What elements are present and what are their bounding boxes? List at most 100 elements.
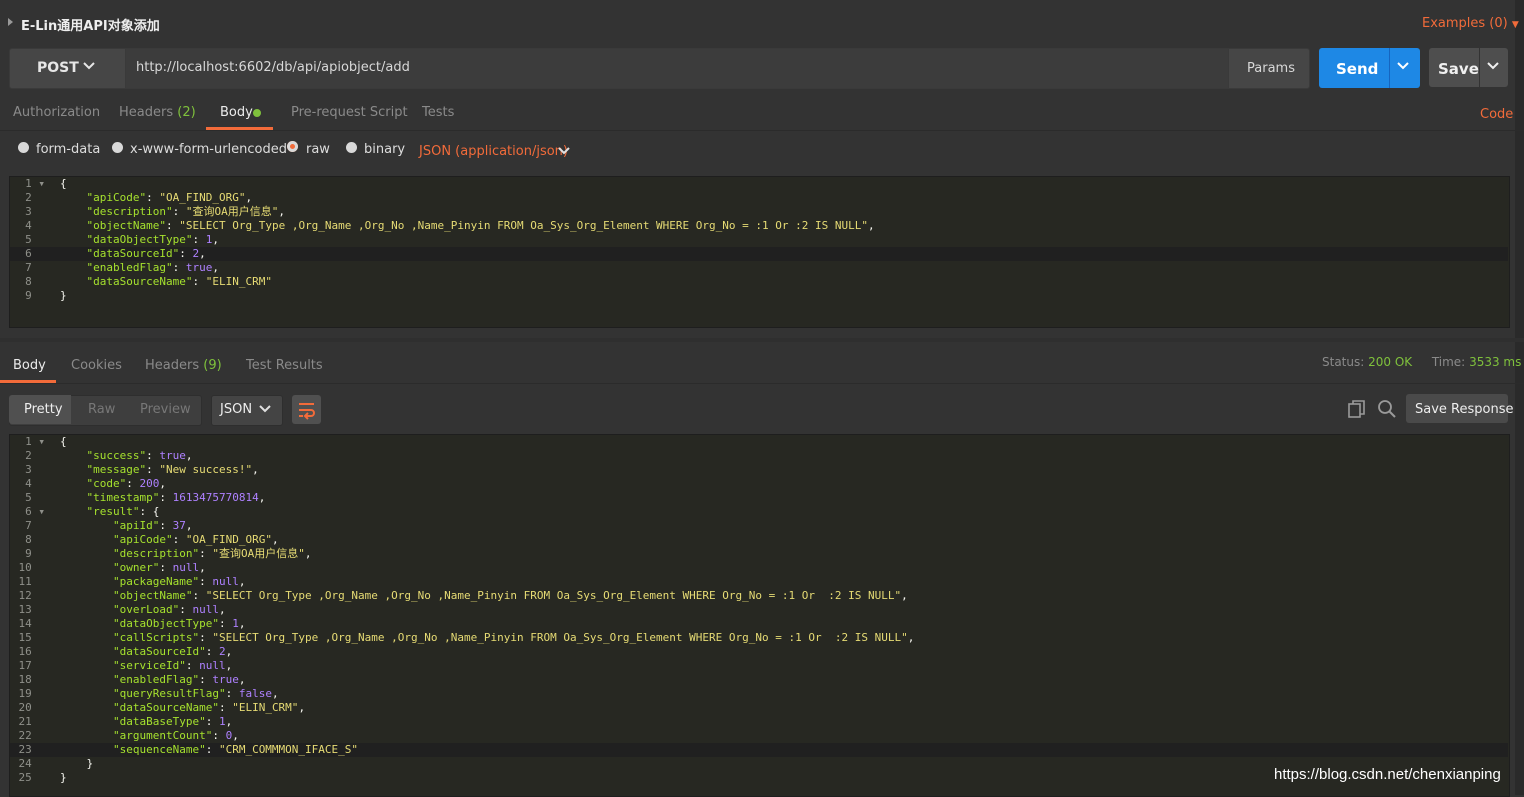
code-line: "dataObjectType": 1, (86, 233, 219, 246)
format-label: JSON (220, 402, 253, 417)
line-number-gutter: 1 ▾ 2 3 4 5 6 ▾ 7 8 9 10 11 12 13 14 15 16… (9, 435, 46, 785)
code-line: "apiId": 37, (112, 519, 193, 532)
preview-button[interactable]: Preview (140, 402, 191, 417)
radio-urlencoded-label: x-www-form-urlencoded (130, 142, 288, 157)
code-line: { (60, 177, 67, 190)
code-link[interactable]: Code (1480, 107, 1513, 122)
line-number: 1 ▾ (25, 435, 45, 448)
active-tab-underline (0, 380, 56, 383)
code-line: "dataObjectType": 1, (112, 617, 246, 630)
time-label: Time: (1431, 355, 1466, 369)
chevron-down-icon (557, 144, 571, 162)
line-number: 23 (18, 743, 45, 756)
search-icon[interactable] (1377, 399, 1397, 423)
content-type-label: JSON (application/json) (419, 144, 568, 159)
request-body-code[interactable]: { "apiCode": "OA_FIND_ORG", "description… (60, 177, 875, 303)
radio-raw[interactable] (287, 141, 298, 152)
line-number: 2 (25, 449, 45, 462)
code-line: "success": true, (86, 449, 193, 462)
request-title-bar (0, 0, 1524, 46)
wrap-lines-icon (297, 400, 317, 424)
request-title[interactable]: E-Lin通用API对象添加 (21, 15, 160, 34)
response-headers-count: (9) (203, 358, 222, 373)
radio-binary[interactable] (346, 142, 357, 153)
line-number: 11 (18, 575, 45, 588)
code-line: "argumentCount": 0, (112, 729, 239, 742)
code-line: "overLoad": null, (112, 603, 226, 616)
line-number: 12 (18, 589, 45, 602)
response-tab-headers[interactable]: Headers (9) (145, 358, 222, 373)
line-number: 14 (18, 617, 45, 630)
code-line: "queryResultFlag": false, (112, 687, 279, 700)
line-number-gutter: 1 ▾ 2 3 4 5 6 7 8 9 (9, 177, 45, 303)
line-number: 18 (18, 673, 45, 686)
method-label: POST (37, 60, 79, 76)
window-scrollbar[interactable] (1515, 0, 1524, 795)
tabs-divider (0, 130, 1524, 131)
line-number: 15 (18, 631, 45, 644)
tabs-divider (0, 383, 1524, 384)
pretty-label: Pretty (24, 402, 63, 417)
tab-authorization[interactable]: Authorization (13, 105, 100, 120)
status-value: 200 OK (1368, 355, 1413, 369)
line-number: 6 ▾ (25, 505, 45, 518)
pane-splitter[interactable] (0, 338, 1524, 342)
copy-icon[interactable] (1347, 399, 1367, 423)
line-number: 5 (25, 491, 45, 504)
line-number: 5 (25, 233, 45, 246)
url-text: http://localhost:6602/db/api/apiobject/a… (136, 60, 410, 75)
code-line: "timestamp": 1613475770814, (86, 491, 266, 504)
collapse-caret-icon[interactable] (8, 18, 13, 26)
line-number: 7 (25, 519, 45, 532)
raw-button[interactable]: Raw (88, 402, 115, 417)
tab-tests[interactable]: Tests (422, 105, 454, 120)
code-line: "dataSourceId": 2, (86, 247, 206, 260)
line-number: 10 (18, 561, 45, 574)
response-tab-test-results[interactable]: Test Results (246, 358, 323, 373)
response-headers-label: Headers (145, 358, 200, 373)
code-line: "objectName": "SELECT Org_Type ,Org_Name… (112, 589, 908, 602)
code-line: "callScripts": "SELECT Org_Type ,Org_Nam… (112, 631, 915, 644)
line-number: 17 (18, 659, 45, 672)
response-tab-body[interactable]: Body (13, 358, 46, 373)
code-line: "dataBaseType": 1, (112, 715, 233, 728)
code-line: "dataSourceName": "ELIN_CRM" (86, 275, 272, 288)
radio-urlencoded[interactable] (112, 142, 123, 153)
chevron-down-icon (258, 402, 272, 420)
params-label: Params (1247, 61, 1295, 76)
code-line: "packageName": null, (112, 575, 246, 588)
tab-headers-label: Headers (119, 105, 174, 120)
code-line: } (60, 771, 67, 784)
code-line: "apiCode": "OA_FIND_ORG", (112, 533, 279, 546)
radio-binary-label: binary (364, 142, 406, 157)
caret-down-icon: ▼ (1511, 20, 1519, 30)
code-line: "dataSourceId": 2, (112, 645, 233, 658)
tab-body[interactable]: Body (220, 105, 253, 120)
line-number: 3 (25, 205, 45, 218)
line-number: 4 (25, 219, 45, 232)
active-tab-underline (206, 127, 273, 130)
code-line: "result": { (86, 505, 160, 518)
radio-form-data[interactable] (18, 142, 29, 153)
save-response-label: Save Response (1415, 402, 1514, 417)
code-line: "enabledFlag": true, (112, 673, 246, 686)
tab-headers[interactable]: Headers (2) (119, 105, 196, 120)
code-line: } (60, 289, 67, 302)
response-body-code[interactable]: { "success": true, "message": "New succe… (60, 435, 914, 785)
line-number: 19 (18, 687, 45, 700)
status-readout: Status: 200 OK Time: 3533 ms (1322, 355, 1521, 369)
code-line: "serviceId": null, (112, 659, 233, 672)
code-line: "sequenceName": "CRM_COMMMON_IFACE_S" (112, 743, 359, 756)
chevron-down-icon (83, 59, 95, 77)
line-number: 9 (25, 289, 45, 302)
code-line: { (60, 435, 67, 448)
examples-dropdown[interactable]: Examples (0) ▼ (1422, 16, 1519, 31)
tab-pre-request-script[interactable]: Pre-request Script (291, 105, 408, 120)
response-tab-cookies[interactable]: Cookies (71, 358, 122, 373)
line-number: 16 (18, 645, 45, 658)
watermark: https://blog.csdn.net/chenxianping (1274, 766, 1501, 783)
content-type-dropdown[interactable]: JSON (application/json) (419, 144, 568, 159)
line-number: 24 (18, 757, 45, 770)
body-indicator-dot (253, 109, 261, 117)
code-line: "apiCode": "OA_FIND_ORG", (86, 191, 253, 204)
